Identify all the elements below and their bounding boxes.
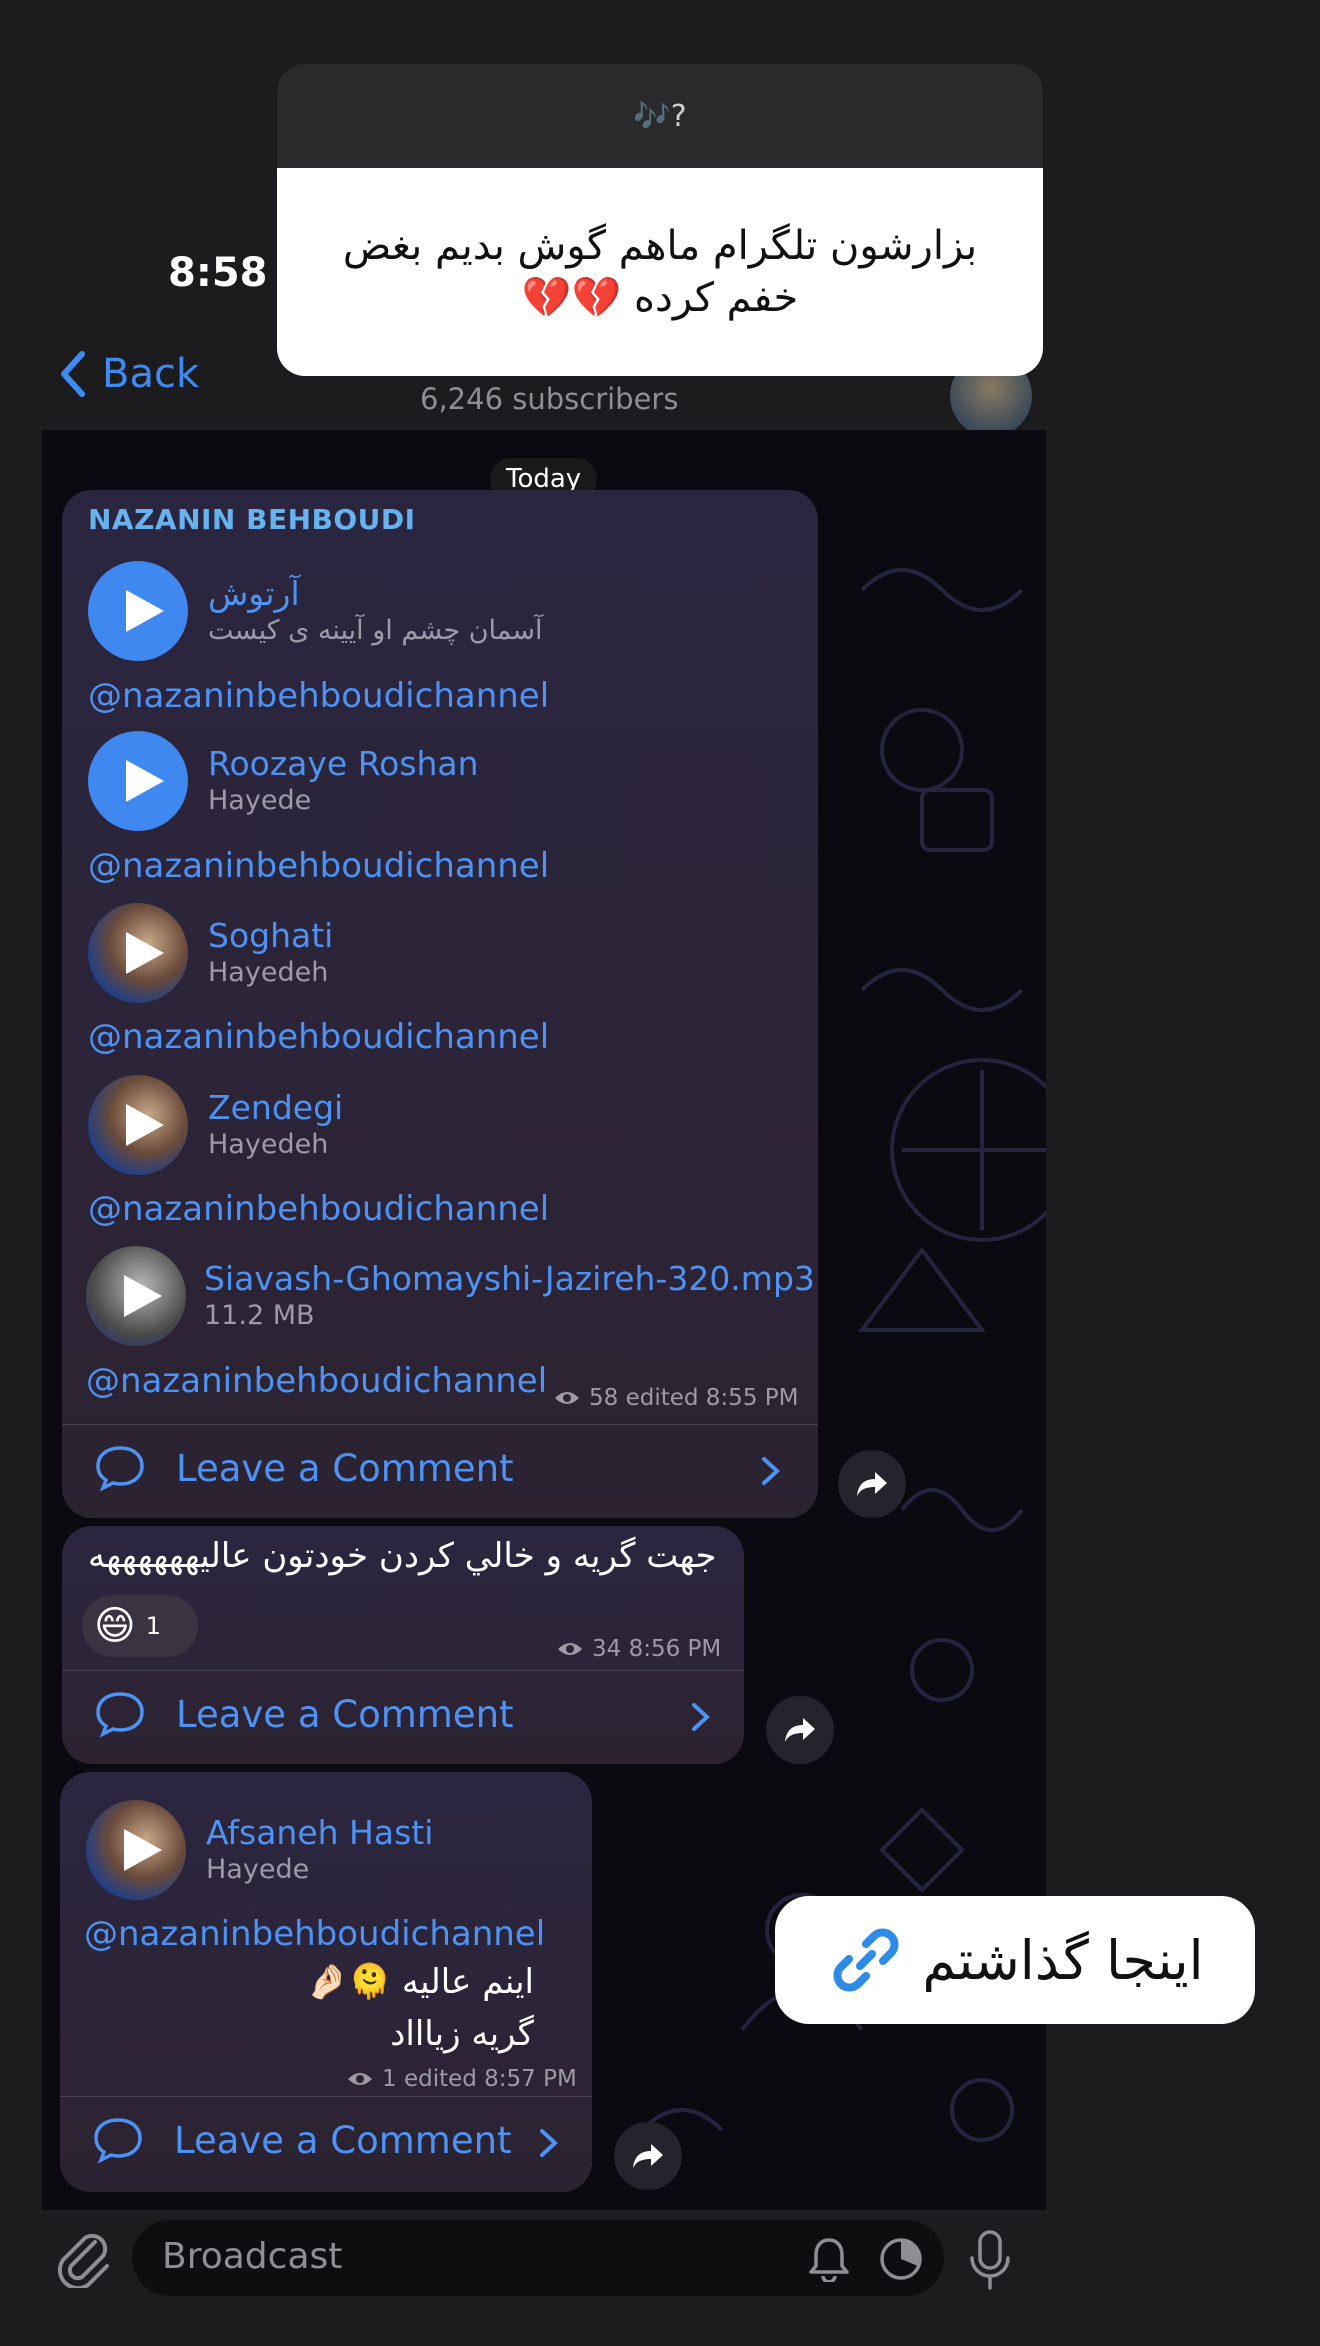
chevron-right-icon bbox=[762, 1457, 780, 1485]
question-card[interactable]: 🎶? بزارشون تلگرام ماهم گوش بدیم بغض خفم … bbox=[277, 64, 1043, 376]
track-title: آرتوش bbox=[208, 574, 300, 613]
microphone-icon[interactable] bbox=[968, 2230, 1012, 2292]
question-header: 🎶? bbox=[277, 64, 1043, 168]
track-artist: Hayede bbox=[206, 1854, 310, 1885]
channel-link[interactable]: @nazaninbehboudichannel bbox=[88, 676, 549, 716]
back-label: Back bbox=[102, 351, 200, 397]
sender-name: NAZANIN BEHBOUDI bbox=[88, 503, 416, 536]
eye-icon bbox=[348, 2073, 372, 2085]
track-artist: Hayede bbox=[208, 785, 312, 816]
message-text: اینم عالیه 🫠🤌🏻 bbox=[306, 1962, 534, 2002]
eye-icon bbox=[558, 1643, 582, 1655]
audio-track[interactable]: Soghati Hayedeh bbox=[88, 903, 333, 1003]
channel-link[interactable]: @nazaninbehboudichannel bbox=[84, 1914, 545, 1954]
forward-button[interactable] bbox=[838, 1450, 906, 1518]
audio-track[interactable]: آرتوش آسمان چشم او آیینه ی کیست bbox=[88, 561, 543, 661]
back-button[interactable]: Back bbox=[58, 350, 199, 398]
subscriber-count: 6,246 subscribers bbox=[420, 382, 679, 416]
status-time: 8:58 bbox=[168, 250, 268, 296]
timer-icon[interactable] bbox=[878, 2236, 924, 2282]
share-arrow-icon bbox=[857, 1472, 887, 1496]
divider bbox=[62, 1670, 744, 1671]
question-text: بزارشون تلگرام ماهم گوش بدیم بغض خفم کرد… bbox=[277, 168, 1043, 376]
forward-button[interactable] bbox=[766, 1696, 834, 1764]
divider bbox=[60, 2096, 592, 2097]
audio-track[interactable]: Afsaneh Hasti Hayede bbox=[86, 1800, 433, 1900]
grin-emoji-icon: 😄 bbox=[94, 1603, 136, 1649]
track-title: Roozaye Roshan bbox=[208, 744, 479, 783]
chevron-right-icon bbox=[540, 2129, 558, 2157]
audio-track[interactable]: Roozaye Roshan Hayede bbox=[88, 731, 479, 831]
track-artist: آسمان چشم او آیینه ی کیست bbox=[208, 615, 543, 646]
channel-link[interactable]: @nazaninbehboudichannel bbox=[88, 1017, 549, 1057]
audio-track[interactable]: Zendegi Hayedeh bbox=[88, 1075, 343, 1175]
bell-icon[interactable] bbox=[808, 2236, 850, 2282]
track-title: Soghati bbox=[208, 916, 334, 955]
play-icon[interactable] bbox=[88, 903, 188, 1003]
track-artist: Hayedeh bbox=[208, 1129, 329, 1160]
comment-icon bbox=[96, 1692, 144, 1738]
leave-comment-button[interactable]: Leave a Comment bbox=[92, 2116, 512, 2164]
sticker-label: اینجا گذاشتم bbox=[922, 1928, 1204, 1992]
chevron-right-icon bbox=[692, 1703, 710, 1731]
track-title: Afsaneh Hasti bbox=[206, 1813, 434, 1852]
leave-comment-button[interactable]: Leave a Comment bbox=[94, 1690, 514, 1738]
message-meta: 58 edited 8:55 PM bbox=[553, 1385, 798, 1411]
channel-link[interactable]: @nazaninbehboudichannel bbox=[88, 846, 549, 886]
comment-icon bbox=[96, 1446, 144, 1492]
audio-track[interactable]: Siavash-Ghomayshi-Jazireh-320.mp3 11.2 M… bbox=[86, 1246, 815, 1346]
channel-link[interactable]: @nazaninbehboudichannel bbox=[88, 1189, 549, 1229]
forward-button[interactable] bbox=[614, 2122, 682, 2190]
comment-icon bbox=[94, 2118, 142, 2164]
play-icon[interactable] bbox=[86, 1246, 186, 1346]
channel-link[interactable]: @nazaninbehboudichannel bbox=[86, 1361, 547, 1401]
track-title: Zendegi bbox=[208, 1088, 344, 1127]
eye-icon bbox=[555, 1392, 579, 1404]
track-artist: Hayedeh bbox=[208, 957, 329, 988]
reaction-count: 1 bbox=[145, 1612, 161, 1640]
reaction-badge[interactable]: 😄 1 bbox=[82, 1595, 198, 1657]
divider bbox=[62, 1424, 818, 1425]
share-arrow-icon bbox=[633, 2144, 663, 2168]
message-text: گریه زیاااد bbox=[390, 2014, 534, 2054]
leave-comment-button[interactable]: Leave a Comment bbox=[94, 1444, 514, 1492]
track-title: Siavash-Ghomayshi-Jazireh-320.mp3 bbox=[204, 1259, 815, 1298]
message-meta: 1 edited 8:57 PM bbox=[346, 2066, 577, 2092]
play-icon[interactable] bbox=[88, 1075, 188, 1175]
link-sticker[interactable]: اینجا گذاشتم bbox=[775, 1896, 1255, 2024]
play-icon[interactable] bbox=[88, 731, 188, 831]
play-icon[interactable] bbox=[86, 1800, 186, 1900]
message-text: جهت گریه و خالي كردن خودتون عاليههههههه bbox=[88, 1536, 717, 1576]
message-meta: 34 8:56 PM bbox=[556, 1636, 721, 1662]
paperclip-icon[interactable] bbox=[55, 2228, 111, 2288]
broadcast-placeholder: Broadcast bbox=[162, 2236, 343, 2277]
link-icon bbox=[833, 1928, 899, 1992]
track-size: 11.2 MB bbox=[204, 1300, 315, 1331]
play-icon[interactable] bbox=[88, 561, 188, 661]
share-arrow-icon bbox=[785, 1718, 815, 1742]
chevron-left-icon bbox=[61, 351, 85, 397]
